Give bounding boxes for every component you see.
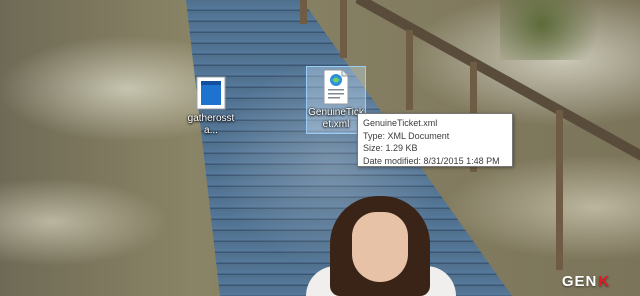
watermark-mark: K [598,272,611,290]
wallpaper-person [300,196,456,296]
desktop-icon-label: gatherossta... [187,113,235,136]
generic-file-icon [195,75,227,111]
tooltip-date-modified: Date modified: 8/31/2015 1:48 PM [363,155,500,166]
wallpaper-post [300,0,307,24]
wallpaper-post [556,110,563,270]
wallpaper-post [406,30,413,110]
watermark-text: GEN [561,272,598,290]
desktop-icon-gatherossta[interactable]: gatherossta... [181,75,241,137]
tooltip-file-type: Type: XML Document [363,130,450,141]
genk-watermark-logo: GEN K [538,270,634,292]
file-info-tooltip: GenuineTicket.xml Type: XML Document Siz… [357,113,513,167]
tooltip-file-size: Size: 1.29 KB [363,143,418,153]
xml-document-icon [320,69,352,105]
wallpaper-post [340,0,347,58]
wallpaper-foliage [500,0,640,60]
tooltip-file-name: GenuineTicket.xml [363,118,438,128]
desktop-wallpaper: GEN K [0,0,640,296]
